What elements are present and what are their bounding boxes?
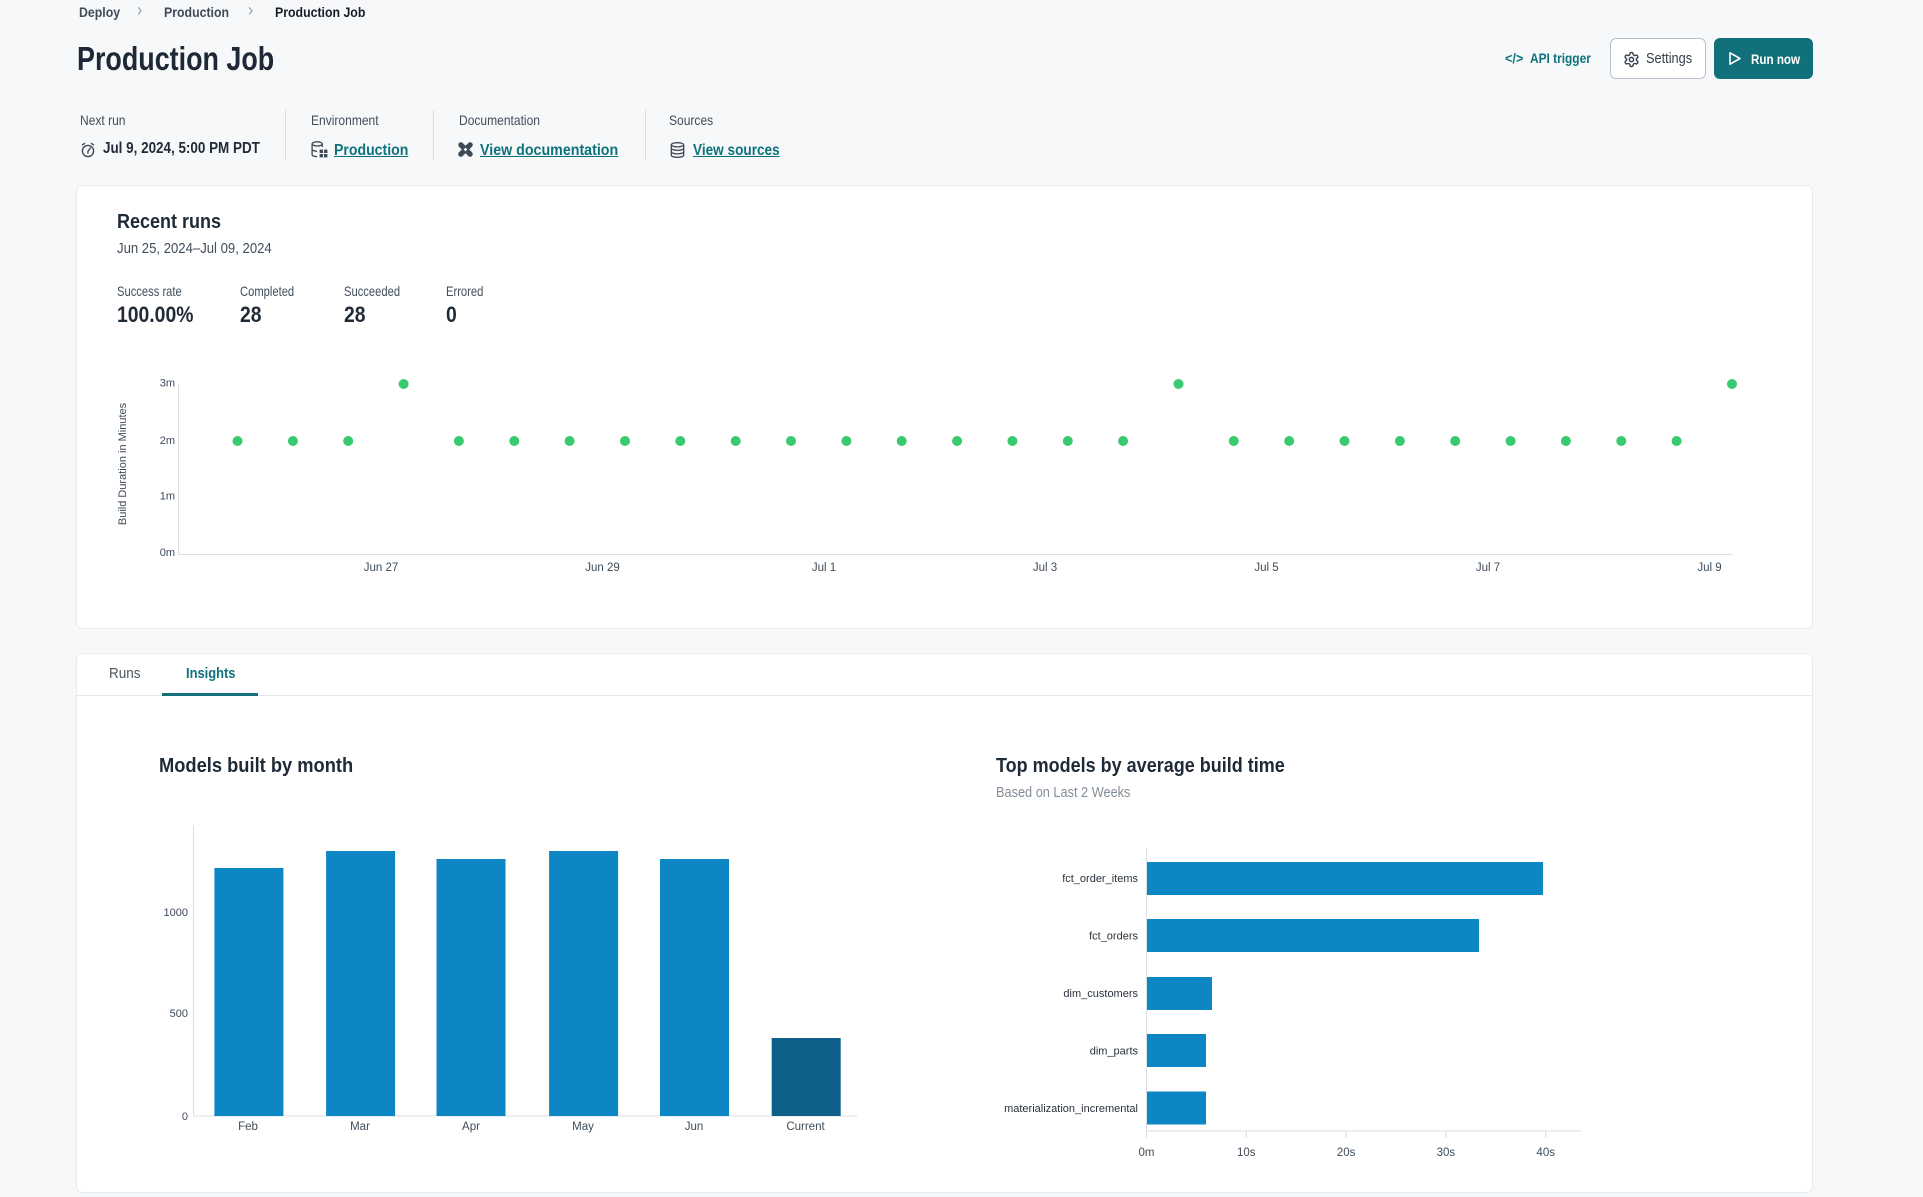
svg-text:2m: 2m	[160, 435, 175, 447]
svg-text:dim_parts: dim_parts	[1090, 1046, 1139, 1058]
svg-text:Jun 29: Jun 29	[585, 562, 620, 574]
svg-text:Jun 27: Jun 27	[364, 562, 399, 574]
svg-text:Mar: Mar	[350, 1121, 370, 1133]
svg-text:Jun: Jun	[685, 1121, 704, 1133]
svg-text:materialization_incremental: materialization_incremental	[1004, 1103, 1138, 1115]
svg-text:0: 0	[182, 1111, 188, 1123]
svg-text:dim_customers: dim_customers	[1063, 988, 1138, 1000]
svg-text:30s: 30s	[1437, 1147, 1456, 1159]
svg-text:3m: 3m	[160, 378, 175, 390]
svg-text:May: May	[572, 1121, 594, 1133]
svg-text:40s: 40s	[1536, 1147, 1555, 1159]
svg-text:1m: 1m	[160, 491, 175, 503]
svg-text:0m: 0m	[160, 547, 175, 559]
svg-text:fct_order_items: fct_order_items	[1062, 873, 1138, 885]
svg-text:Apr: Apr	[462, 1121, 480, 1133]
svg-text:Jul 9: Jul 9	[1697, 562, 1721, 574]
svg-text:Jul 7: Jul 7	[1476, 562, 1500, 574]
svg-text:Jul 1: Jul 1	[812, 562, 836, 574]
svg-text:Jul 5: Jul 5	[1254, 562, 1278, 574]
svg-text:20s: 20s	[1337, 1147, 1356, 1159]
svg-text:1000: 1000	[164, 907, 188, 919]
svg-text:Current: Current	[786, 1121, 825, 1133]
svg-text:Jul 3: Jul 3	[1033, 562, 1057, 574]
svg-text:0m: 0m	[1139, 1147, 1155, 1159]
svg-text:Build Duration in Minutes: Build Duration in Minutes	[117, 402, 129, 525]
svg-text:fct_orders: fct_orders	[1089, 931, 1138, 943]
svg-text:500: 500	[170, 1008, 188, 1020]
svg-text:Feb: Feb	[238, 1121, 258, 1133]
svg-text:10s: 10s	[1237, 1147, 1256, 1159]
